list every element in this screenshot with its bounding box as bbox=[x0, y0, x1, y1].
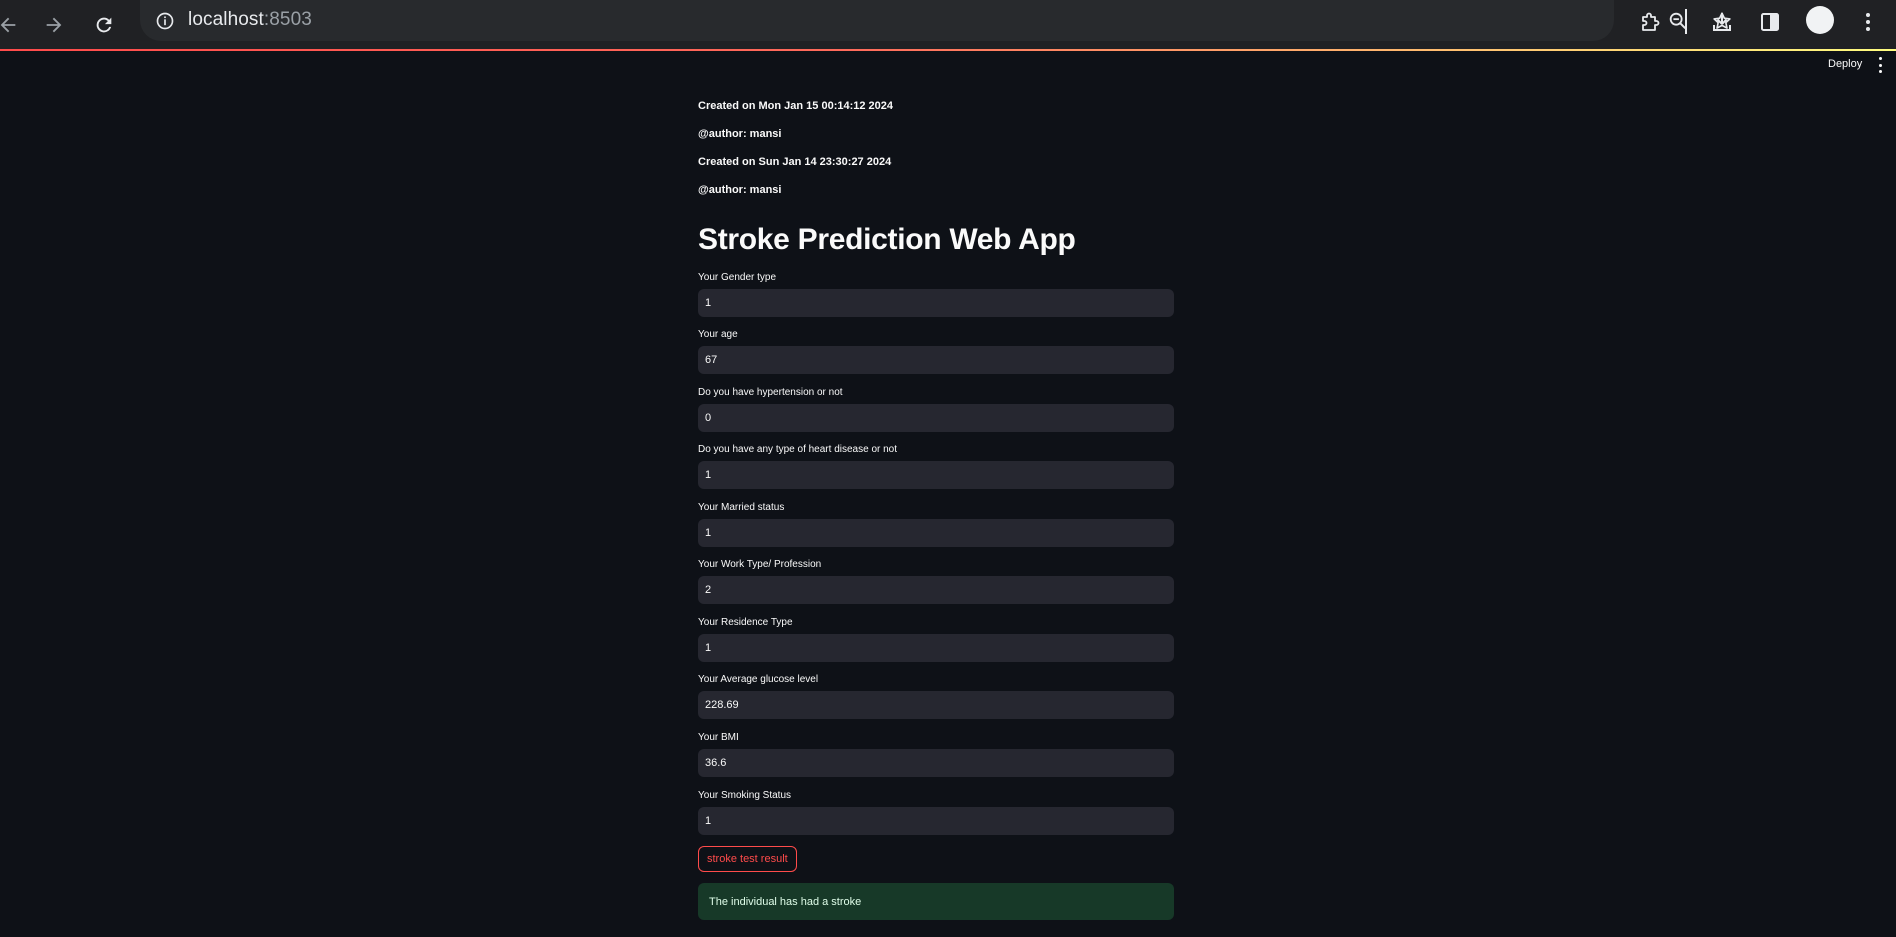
work-type-label: Your Work Type/ Profession bbox=[698, 559, 822, 570]
glucose-label: Your Average glucose level bbox=[698, 674, 819, 685]
browser-toolbar: localhost:8503 bbox=[0, 0, 1896, 50]
back-icon[interactable] bbox=[0, 7, 26, 43]
side-panel-icon[interactable] bbox=[1754, 6, 1786, 38]
stroke-test-result-button[interactable]: stroke test result bbox=[698, 846, 797, 872]
site-info-icon[interactable] bbox=[150, 6, 179, 35]
bmi-input[interactable] bbox=[698, 749, 1174, 777]
author-note: @author: mansi bbox=[698, 128, 782, 140]
zoom-icon[interactable] bbox=[1664, 7, 1692, 35]
gender-input[interactable] bbox=[698, 289, 1174, 317]
download-icon[interactable] bbox=[1706, 6, 1738, 38]
author-note: @author: mansi bbox=[698, 184, 782, 196]
url-text[interactable]: localhost:8503 bbox=[188, 9, 312, 31]
reload-icon[interactable] bbox=[86, 7, 122, 43]
heart-disease-label: Do you have any type of heart disease or… bbox=[698, 444, 898, 455]
toolbar-divider bbox=[1685, 9, 1687, 34]
forward-icon[interactable] bbox=[36, 7, 72, 43]
smoking-status-label: Your Smoking Status bbox=[698, 790, 792, 801]
result-message: The individual has had a stroke bbox=[709, 895, 862, 908]
page-title: Stroke Prediction Web App bbox=[698, 223, 1076, 256]
hypertension-label: Do you have hypertension or not bbox=[698, 387, 843, 398]
deploy-button[interactable]: Deploy bbox=[1828, 58, 1862, 70]
glucose-input[interactable] bbox=[698, 691, 1174, 719]
residence-type-input[interactable] bbox=[698, 634, 1174, 662]
menu-icon[interactable] bbox=[1852, 6, 1884, 38]
work-type-input[interactable] bbox=[698, 576, 1174, 604]
heart-disease-input[interactable] bbox=[698, 461, 1174, 489]
success-alert: The individual has had a stroke bbox=[698, 883, 1174, 920]
age-input[interactable] bbox=[698, 346, 1174, 374]
avatar[interactable] bbox=[1806, 6, 1834, 34]
url-host: localhost bbox=[188, 9, 264, 30]
extensions-icon[interactable] bbox=[1634, 6, 1666, 38]
smoking-status-input[interactable] bbox=[698, 807, 1174, 835]
residence-type-label: Your Residence Type bbox=[698, 617, 793, 628]
created-note: Created on Mon Jan 15 00:14:12 2024 bbox=[698, 100, 894, 112]
app-menu-icon[interactable] bbox=[1876, 57, 1884, 73]
header-accent-line bbox=[0, 49, 1896, 51]
hypertension-input[interactable] bbox=[698, 404, 1174, 432]
url-port: :8503 bbox=[263, 9, 312, 30]
bmi-label: Your BMI bbox=[698, 732, 739, 743]
married-status-label: Your Married status bbox=[698, 502, 785, 513]
created-note: Created on Sun Jan 14 23:30:27 2024 bbox=[698, 156, 892, 168]
address-bar[interactable]: localhost:8503 bbox=[140, 0, 1731, 41]
gender-label: Your Gender type bbox=[698, 272, 777, 283]
married-status-input[interactable] bbox=[698, 519, 1174, 547]
age-label: Your age bbox=[698, 329, 738, 340]
